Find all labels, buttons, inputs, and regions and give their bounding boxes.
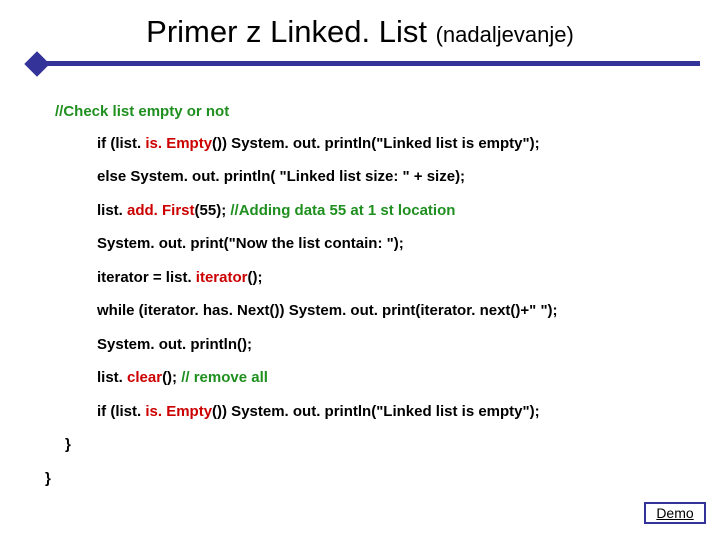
code-line-3: list. add. First(55); //Adding data 55 a… (97, 201, 695, 221)
comment-heading: //Check list empty or not (55, 102, 695, 122)
code-line-7: System. out. println(); (97, 335, 695, 355)
close-brace-2: } (45, 469, 695, 489)
code-block: if (list. is. Empty()) System. out. prin… (97, 134, 695, 422)
slide-title: Primer z Linked. List (nadaljevanje) (0, 14, 720, 50)
title-sub: (nadaljevanje) (436, 22, 574, 47)
close-brace-1: } (65, 435, 695, 455)
code-line-1: if (list. is. Empty()) System. out. prin… (97, 134, 695, 154)
code-line-6: while (iterator. has. Next()) System. ou… (97, 301, 695, 321)
code-line-2: else System. out. println( "Linked list … (97, 167, 695, 187)
horizontal-rule (40, 61, 700, 66)
code-line-8: list. clear(); // remove all (97, 368, 695, 388)
code-line-4: System. out. print("Now the list contain… (97, 234, 695, 254)
code-content: //Check list empty or not if (list. is. … (55, 102, 695, 488)
code-line-9: if (list. is. Empty()) System. out. prin… (97, 402, 695, 422)
closing-braces: } } (55, 435, 695, 488)
code-line-5: iterator = list. iterator(); (97, 268, 695, 288)
title-main: Primer z Linked. List (146, 14, 435, 49)
title-underline (18, 55, 700, 73)
demo-button[interactable]: Demo (644, 502, 706, 524)
